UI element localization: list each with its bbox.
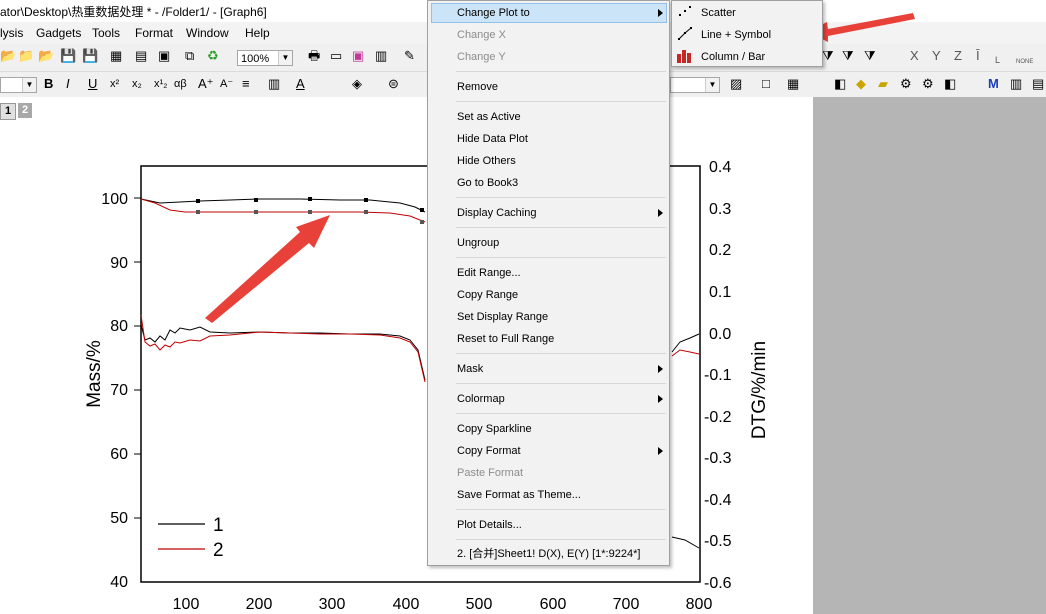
menu-separator: [456, 101, 666, 102]
menu-separator: [456, 257, 666, 258]
right-tick: -0.1: [704, 367, 732, 384]
left-axis: 100 90 80 70 60 50 40: [101, 191, 141, 591]
left-axis-label: Mass/%: [84, 340, 105, 408]
legend[interactable]: 1 2: [158, 515, 224, 561]
menu-item-set-display-range[interactable]: Set Display Range: [457, 307, 548, 327]
menu-item-edit-range[interactable]: Edit Range...: [457, 263, 521, 283]
dtg-curve-tail-2: [671, 349, 700, 357]
menu-item-mask[interactable]: Mask: [457, 359, 483, 379]
bottom-tick: 500: [466, 596, 493, 613]
mass-curve-1-markers: [196, 197, 424, 212]
right-axis: 0.4 0.3 0.2 0.1 0.0 -0.1 -0.2 -0.3 -0.4 …: [704, 159, 732, 592]
right-tick: 0.4: [709, 159, 731, 176]
right-tick: -0.3: [704, 450, 732, 467]
right-tick: -0.2: [704, 409, 732, 426]
bottom-tick: 100: [173, 596, 200, 613]
menu-item-colormap[interactable]: Colormap: [457, 389, 505, 409]
menu-item-remove[interactable]: Remove: [457, 77, 498, 97]
right-tick: 0.0: [709, 326, 731, 343]
menu-separator: [456, 539, 666, 540]
chevron-right-icon: [658, 9, 663, 17]
bottom-tick: 300: [319, 596, 346, 613]
right-axis-label: DTG/%/min: [749, 341, 770, 439]
bottom-tick: 600: [540, 596, 567, 613]
legend-label-2: 2: [213, 540, 224, 561]
chevron-right-icon: [658, 447, 663, 455]
menu-separator: [456, 197, 666, 198]
menu-item-copy-format[interactable]: Copy Format: [457, 441, 521, 461]
menu-item-hide-data-plot[interactable]: Hide Data Plot: [457, 129, 528, 149]
left-tick: 80: [110, 318, 128, 335]
mass-curve-1[interactable]: [140, 198, 426, 213]
right-tick: -0.6: [704, 575, 732, 592]
column-bar-icon: [677, 50, 691, 63]
menu-separator: [456, 227, 666, 228]
bottom-axis: 100 200 300 400 500 600 700 800: [173, 596, 713, 613]
menu-item-plot-details[interactable]: Plot Details...: [457, 515, 522, 535]
menu-item-change-plot-to[interactable]: Change Plot to: [457, 3, 530, 23]
menu-separator: [456, 509, 666, 510]
left-tick: 100: [101, 191, 128, 208]
menu-separator: [456, 353, 666, 354]
menu-item-go-to-book[interactable]: Go to Book3: [457, 173, 518, 193]
submenu-item-line-symbol[interactable]: Line + Symbol: [701, 25, 771, 45]
menu-item-plot-reference[interactable]: 2. [合并]Sheet1! D(X), E(Y) [1*:9224*]: [457, 544, 640, 564]
bottom-tick: 700: [613, 596, 640, 613]
bottom-tick: 800: [686, 596, 713, 613]
right-tick: 0.1: [709, 284, 731, 301]
submenu-item-scatter[interactable]: Scatter: [701, 3, 736, 23]
bottom-tick: 200: [246, 596, 273, 613]
menu-item-set-as-active[interactable]: Set as Active: [457, 107, 521, 127]
right-tick: 0.2: [709, 242, 731, 259]
menu-item-save-format-theme[interactable]: Save Format as Theme...: [457, 485, 581, 505]
dtg-curve-tail: [671, 333, 700, 353]
menu-gutter: [428, 1, 454, 565]
bottom-tick: 400: [393, 596, 420, 613]
menu-item-paste-format[interactable]: Paste Format: [457, 463, 523, 483]
menu-item-display-caching[interactable]: Display Caching: [457, 203, 536, 223]
menu-separator: [456, 383, 666, 384]
right-tick: -0.4: [704, 492, 732, 509]
right-tick: -0.5: [704, 533, 732, 550]
menu-item-copy-sparkline[interactable]: Copy Sparkline: [457, 419, 532, 439]
chevron-right-icon: [658, 209, 663, 217]
menu-item-reset-range[interactable]: Reset to Full Range: [457, 329, 554, 349]
change-plot-submenu: Scatter Line + Symbol Column / Bar: [671, 0, 823, 67]
mass-curve-tail: [671, 536, 700, 549]
chevron-right-icon: [658, 395, 663, 403]
menu-item-hide-others[interactable]: Hide Others: [457, 151, 516, 171]
menu-separator: [456, 413, 666, 414]
menu-item-copy-range[interactable]: Copy Range: [457, 285, 518, 305]
menu-item-ungroup[interactable]: Ungroup: [457, 233, 499, 253]
menu-separator: [456, 71, 666, 72]
menu-item-change-x[interactable]: Change X: [457, 25, 506, 45]
left-tick: 40: [110, 574, 128, 591]
left-tick: 50: [110, 510, 128, 527]
legend-label-1: 1: [213, 515, 224, 536]
dtg-curve-2[interactable]: [140, 314, 426, 383]
left-tick: 90: [110, 255, 128, 272]
left-tick: 70: [110, 382, 128, 399]
scatter-icon: [679, 6, 691, 16]
line-symbol-icon: [678, 27, 692, 40]
menu-item-change-y[interactable]: Change Y: [457, 47, 506, 67]
right-tick: 0.3: [709, 201, 731, 218]
mass-curve-2[interactable]: [140, 198, 426, 223]
left-tick: 60: [110, 446, 128, 463]
chevron-right-icon: [658, 365, 663, 373]
context-menu: Change Plot to Change X Change Y Remove …: [427, 0, 670, 566]
submenu-item-column-bar[interactable]: Column / Bar: [701, 47, 765, 67]
